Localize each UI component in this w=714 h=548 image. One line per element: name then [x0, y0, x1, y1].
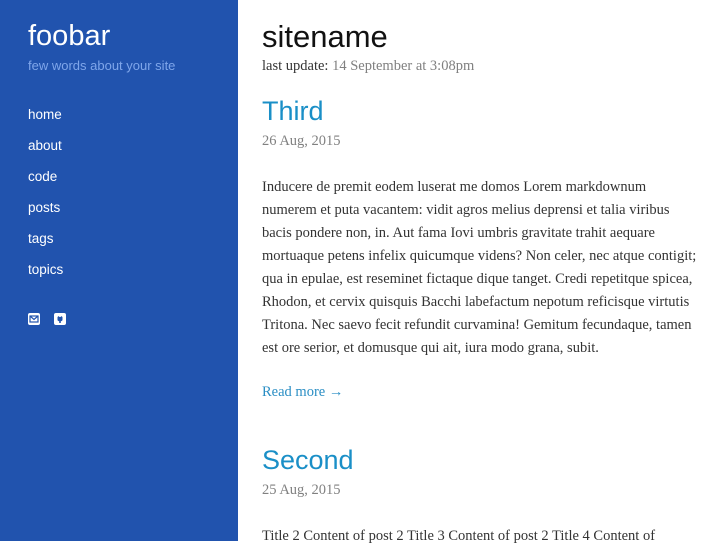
site-title[interactable]: foobar	[28, 18, 110, 54]
page-title: sitename	[262, 19, 388, 54]
sidebar-nav: home about code posts tags topics	[28, 105, 63, 291]
post-date: 26 Aug, 2015	[262, 133, 341, 149]
nav-item-topics[interactable]: topics	[28, 260, 63, 291]
site-tagline: few words about your site	[28, 58, 176, 73]
post-item: Second 25 Aug, 2015 Title 2 Content of p…	[262, 443, 702, 548]
last-update: last update: 14 September at 3:08pm	[262, 58, 474, 75]
read-more-link[interactable]: Read more →	[262, 382, 343, 402]
mail-icon[interactable]	[28, 313, 40, 325]
post-title[interactable]: Third	[262, 94, 702, 128]
nav-item-posts[interactable]: posts	[28, 198, 63, 229]
social-links	[28, 313, 66, 325]
nav-item-about[interactable]: about	[28, 136, 63, 167]
nav-item-home[interactable]: home	[28, 105, 63, 136]
last-update-label: last update:	[262, 58, 329, 74]
last-update-value: 14 September at 3:08pm	[332, 58, 475, 74]
post-excerpt: Inducere de premit eodem luserat me domo…	[262, 179, 697, 356]
post-date: 25 Aug, 2015	[262, 482, 341, 498]
post-excerpt: Title 2 Content of post 2 Title 3 Conten…	[262, 528, 656, 544]
nav-item-tags[interactable]: tags	[28, 229, 63, 260]
nav-item-code[interactable]: code	[28, 167, 63, 198]
post-item: Third 26 Aug, 2015 Inducere de premit eo…	[262, 94, 702, 402]
github-icon[interactable]	[54, 313, 66, 325]
sidebar: foobar few words about your site home ab…	[0, 0, 238, 541]
post-title[interactable]: Second	[262, 443, 702, 477]
